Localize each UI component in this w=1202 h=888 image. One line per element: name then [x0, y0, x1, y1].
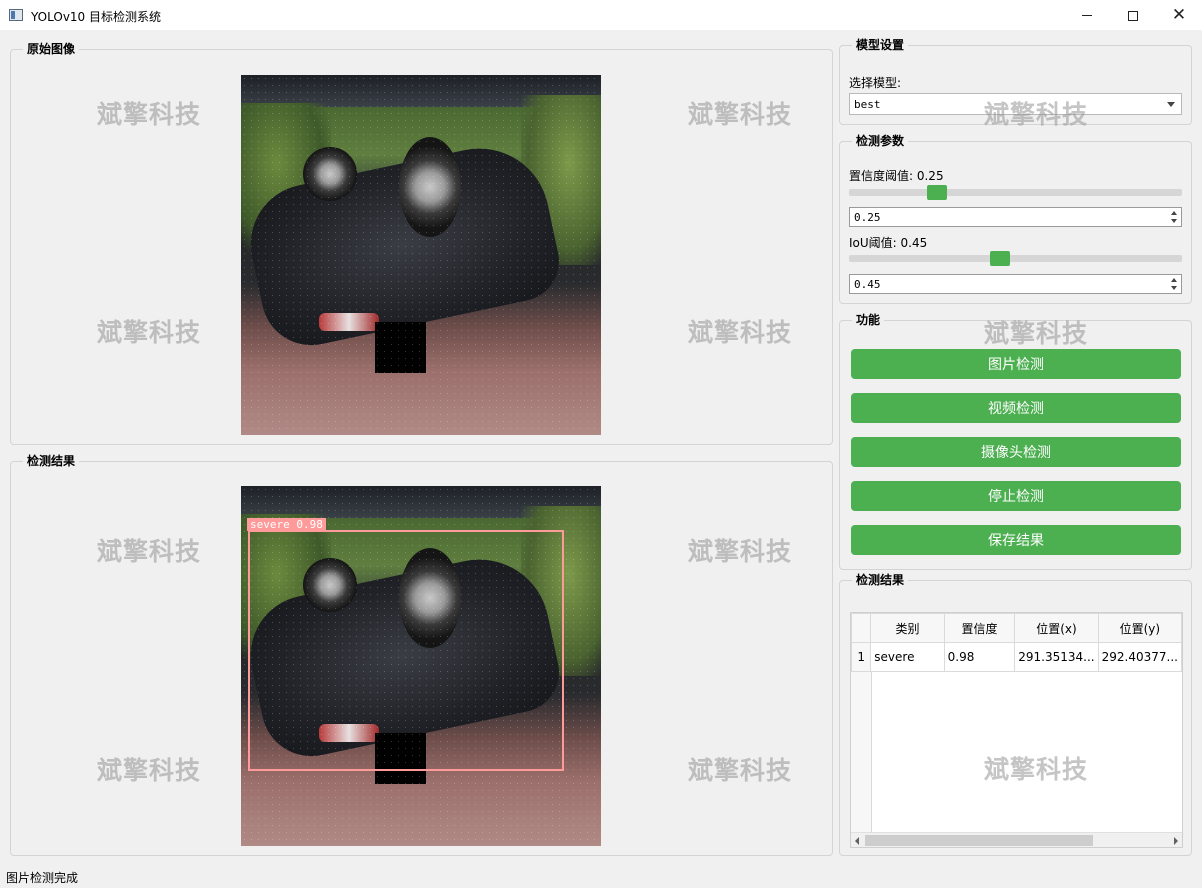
minimize-button[interactable] — [1064, 0, 1110, 31]
results-table-title: 检测结果 — [852, 573, 909, 587]
detect-params-title: 检测参数 — [852, 134, 909, 148]
iou-slider-handle[interactable] — [990, 251, 1010, 266]
watermark: 斌擎科技 — [97, 537, 202, 566]
app-icon — [9, 9, 23, 21]
minimize-icon — [1082, 15, 1092, 16]
column-header-class[interactable]: 类别 — [870, 613, 945, 643]
stop-detect-button[interactable]: 停止检测 — [851, 481, 1181, 511]
video-detect-button[interactable]: 视频检测 — [851, 393, 1181, 423]
scrollbar-thumb[interactable] — [865, 835, 1093, 846]
cell-class[interactable]: severe — [870, 642, 945, 672]
model-select-value: best — [854, 98, 881, 111]
confidence-slider-handle[interactable] — [927, 185, 947, 200]
table-corner[interactable] — [851, 613, 872, 643]
watermark: 斌擎科技 — [688, 100, 793, 129]
column-header-pos-x[interactable]: 位置(x) — [1014, 613, 1099, 643]
spin-down-icon[interactable] — [1168, 284, 1180, 292]
close-button[interactable]: ✕ — [1156, 0, 1202, 31]
maximize-icon — [1128, 10, 1138, 21]
horizontal-scrollbar[interactable] — [851, 832, 1182, 847]
camera-detect-button[interactable]: 摄像头检测 — [851, 437, 1181, 467]
original-image-group: 原始图像 斌擎科技 斌擎科技 斌擎科技 斌擎科技 — [10, 42, 833, 445]
table-row[interactable]: 1 severe 0.98 291.35134... 292.40377... — [851, 642, 1182, 672]
watermark: 斌擎科技 — [97, 318, 202, 347]
results-table-group: 检测结果 类别 置信度 位置(x) 位置(y) 1 severe 0.98 29… — [839, 573, 1192, 856]
functions-title: 功能 — [852, 313, 885, 327]
functions-group: 功能 斌擎科技 图片检测 视频检测 摄像头检测 停止检测 保存结果 — [839, 313, 1192, 570]
model-settings-title: 模型设置 — [852, 38, 909, 52]
scroll-left-icon[interactable] — [855, 837, 859, 845]
cell-pos-x[interactable]: 291.35134... — [1014, 642, 1099, 672]
iou-slider[interactable] — [849, 255, 1182, 262]
watermark: 斌擎科技 — [97, 756, 202, 785]
spin-up-icon[interactable] — [1168, 209, 1180, 217]
cell-pos-y[interactable]: 292.40377... — [1097, 642, 1182, 672]
model-select-label: 选择模型: — [849, 76, 902, 90]
model-select[interactable]: best — [849, 93, 1182, 115]
window-title: YOLOv10 目标检测系统 — [31, 10, 162, 24]
spin-up-icon[interactable] — [1168, 276, 1180, 284]
result-image-group: 检测结果 斌擎科技 斌擎科技 斌擎科技 斌擎科技 severe 0.98 — [10, 454, 833, 856]
original-image-title: 原始图像 — [23, 42, 80, 56]
title-bar: YOLOv10 目标检测系统 ✕ — [0, 0, 1202, 31]
result-image: severe 0.98 — [241, 486, 601, 846]
detection-box — [248, 530, 564, 771]
watermark: 斌擎科技 — [984, 319, 1089, 348]
watermark: 斌擎科技 — [97, 100, 202, 129]
row-index: 1 — [851, 642, 872, 672]
image-detect-button[interactable]: 图片检测 — [851, 349, 1181, 379]
maximize-button[interactable] — [1110, 0, 1156, 31]
iou-spinbox-value: 0.45 — [854, 278, 881, 291]
confidence-slider[interactable] — [849, 189, 1182, 196]
watermark: 斌擎科技 — [688, 318, 793, 347]
confidence-spinbox[interactable]: 0.25 — [849, 207, 1182, 227]
watermark: 斌擎科技 — [688, 537, 793, 566]
detect-params-group: 检测参数 置信度阈值: 0.25 0.25 IoU阈值: 0.45 0.45 — [839, 134, 1192, 304]
detection-label: severe 0.98 — [247, 518, 326, 531]
confidence-label: 置信度阈值: 0.25 — [849, 169, 944, 183]
close-icon: ✕ — [1171, 5, 1187, 25]
chevron-down-icon — [1167, 102, 1175, 107]
column-header-confidence[interactable]: 置信度 — [943, 613, 1016, 643]
save-results-button[interactable]: 保存结果 — [851, 525, 1181, 555]
spin-down-icon[interactable] — [1168, 217, 1180, 225]
scroll-right-icon[interactable] — [1174, 837, 1178, 845]
model-settings-group: 模型设置 选择模型: best 斌擎科技 — [839, 38, 1192, 129]
watermark: 斌擎科技 — [688, 756, 793, 785]
results-table[interactable]: 类别 置信度 位置(x) 位置(y) 1 severe 0.98 291.351… — [850, 612, 1183, 848]
iou-label: IoU阈值: 0.45 — [849, 236, 928, 250]
result-image-title: 检测结果 — [23, 454, 80, 468]
original-image — [241, 75, 601, 435]
confidence-spinbox-value: 0.25 — [854, 211, 881, 224]
iou-spinbox[interactable]: 0.45 — [849, 274, 1182, 294]
status-bar-text: 图片检测完成 — [6, 871, 79, 885]
column-header-pos-y[interactable]: 位置(y) — [1097, 613, 1182, 643]
cell-confidence[interactable]: 0.98 — [943, 642, 1016, 672]
